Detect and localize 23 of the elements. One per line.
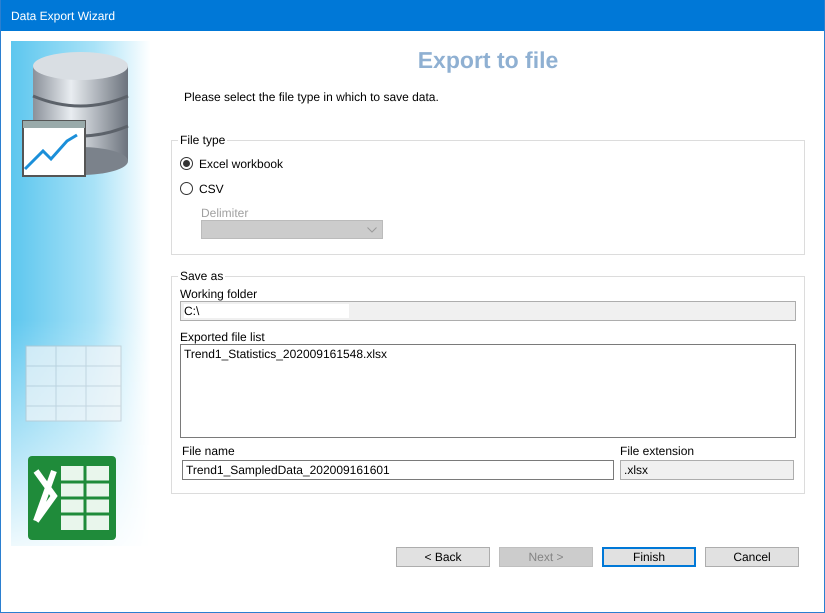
wizard-button[interactable]: Cancel [705, 547, 799, 567]
group-legend: Save as [178, 269, 226, 283]
working-folder-field[interactable]: C:\ [180, 301, 796, 321]
wizard-button[interactable]: < Back [396, 547, 490, 567]
file-extension-field[interactable]: .xlsx [620, 460, 794, 480]
field-label: File name [182, 444, 236, 458]
radio-option[interactable]: Excel workbook [180, 151, 796, 176]
page-heading: Export to file [418, 47, 558, 74]
field-label: Delimiter [201, 206, 248, 220]
window-title: Data Export Wizard [11, 8, 116, 22]
list-item[interactable]: Trend1_Statistics_202009161548.xlsx [184, 347, 792, 361]
field-label: File extension [620, 444, 696, 458]
chevron-down-icon [367, 226, 377, 232]
wizard-button[interactable]: Finish [602, 547, 696, 567]
field-label: Exported file list [180, 330, 266, 344]
file-name-field[interactable]: Trend1_SampledData_202009161601 [182, 460, 614, 480]
radio-icon[interactable] [180, 157, 193, 170]
field-label: Working folder [180, 287, 258, 301]
radio-option[interactable]: CSV [180, 176, 796, 201]
instruction-text: Please select the file type in which to save data. [184, 90, 440, 104]
group-legend: File type [178, 133, 228, 147]
exported-file-list[interactable]: Trend1_Statistics_202009161548.xlsx [180, 344, 796, 438]
radio-icon[interactable] [180, 182, 193, 195]
